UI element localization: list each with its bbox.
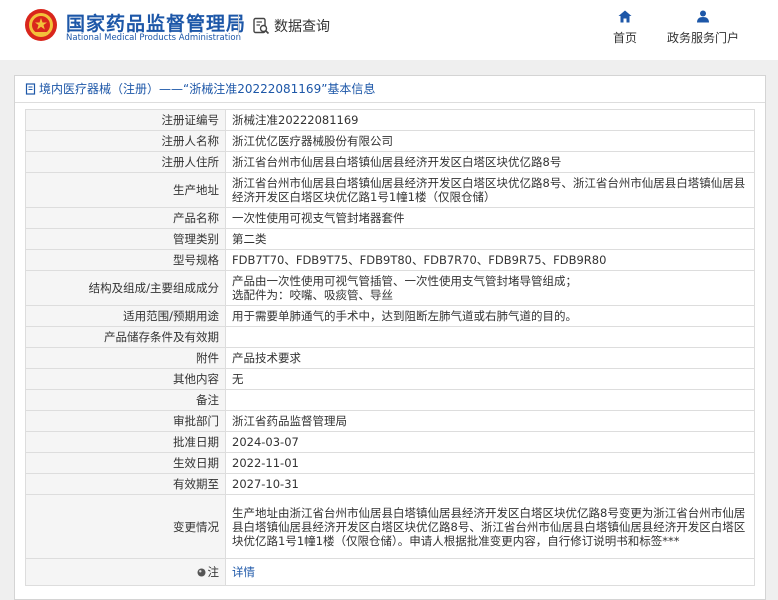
field-value	[225, 389, 755, 411]
table-row: 有效期至 2027-10-31	[25, 473, 755, 495]
header-divider	[238, 14, 239, 36]
table-row: 产品储存条件及有效期	[25, 326, 755, 348]
panel-title: 境内医疗器械（注册）——“浙械注准20222081169”基本信息	[39, 82, 376, 96]
field-label: 附件	[25, 347, 226, 369]
nav-portal-label: 政务服务门户	[667, 31, 740, 45]
field-label: 注册人名称	[25, 130, 226, 152]
table-row: 备注	[25, 389, 755, 411]
field-value: 浙江省药品监督管理局	[225, 410, 755, 432]
field-value: 2027-10-31	[225, 473, 755, 495]
field-label: 批准日期	[25, 431, 226, 453]
table-row: 结构及组成/主要组成成分 产品由一次性使用可视气管插管、一次性使用支气管封堵导管…	[25, 270, 755, 306]
field-value: 第二类	[225, 228, 755, 250]
field-label: 注册证编号	[25, 109, 226, 131]
table-row: 变更情况 生产地址由浙江省台州市仙居县白塔镇仙居县经济开发区白塔区块优亿路8号变…	[25, 494, 755, 559]
national-emblem-icon	[25, 9, 57, 41]
field-value: 2022-11-01	[225, 452, 755, 474]
detail-panel: 境内医疗器械（注册）——“浙械注准20222081169”基本信息 注册证编号 …	[14, 75, 766, 600]
detail-table-wrapper: 注册证编号 浙械注准20222081169 注册人名称 浙江优亿医疗器械股份有限…	[25, 109, 755, 586]
details-link[interactable]: 详情	[232, 565, 255, 579]
field-label: 备注	[25, 389, 226, 411]
document-icon	[25, 83, 36, 95]
table-row: 型号规格 FDB7T70、FDB9T75、FDB9T80、FDB7R70、FDB…	[25, 249, 755, 271]
data-query-link[interactable]: 数据查询	[252, 16, 330, 36]
field-label: 结构及组成/主要组成成分	[25, 270, 226, 306]
field-label: 审批部门	[25, 410, 226, 432]
field-value: 无	[225, 368, 755, 390]
table-row: 审批部门 浙江省药品监督管理局	[25, 410, 755, 432]
field-value: 浙江省台州市仙居县白塔镇仙居县经济开发区白塔区块优亿路8号、浙江省台州市仙居县白…	[225, 172, 755, 208]
detail-table: 注册证编号 浙械注准20222081169 注册人名称 浙江优亿医疗器械股份有限…	[25, 109, 755, 586]
field-label: 型号规格	[25, 249, 226, 271]
field-value	[225, 326, 755, 348]
table-row: 注册证编号 浙械注准20222081169	[25, 109, 755, 131]
site-header: 国家药品监督管理局 National Medical Products Admi…	[0, 0, 778, 58]
site-subtitle: National Medical Products Administration	[66, 33, 241, 43]
info-dot-icon	[197, 568, 205, 577]
nav-home-label: 首页	[613, 31, 638, 45]
nav-portal[interactable]: 政务服务门户	[667, 10, 739, 46]
field-value: 一次性使用可视支气管封堵器套件	[225, 207, 755, 229]
field-value: 浙械注准20222081169	[225, 109, 755, 131]
field-label: 有效期至	[25, 473, 226, 495]
field-label: 其他内容	[25, 368, 226, 390]
panel-title-bar: 境内医疗器械（注册）——“浙械注准20222081169”基本信息	[15, 76, 765, 103]
field-label: 变更情况	[25, 494, 226, 559]
field-label: 管理类别	[25, 228, 226, 250]
home-icon	[618, 10, 632, 23]
table-row: 其他内容 无	[25, 368, 755, 390]
table-row: 注册人名称 浙江优亿医疗器械股份有限公司	[25, 130, 755, 152]
field-label: 注册人住所	[25, 151, 226, 173]
data-query-label: 数据查询	[274, 19, 330, 35]
field-label: 产品储存条件及有效期	[25, 326, 226, 348]
field-label: 适用范围/预期用途	[25, 305, 226, 327]
field-value: 产品由一次性使用可视气管插管、一次性使用支气管封堵导管组成； 选配件为：咬嘴、吸…	[225, 270, 755, 306]
field-value: 生产地址由浙江省台州市仙居县白塔镇仙居县经济开发区白塔区块优亿路8号变更为浙江省…	[225, 494, 755, 559]
table-row: 注 详情	[25, 558, 755, 586]
table-row: 附件 产品技术要求	[25, 347, 755, 369]
field-value-line: 产品由一次性使用可视气管插管、一次性使用支气管封堵导管组成；	[232, 274, 577, 288]
field-value-line: 选配件为：咬嘴、吸痰管、导丝	[232, 288, 393, 302]
table-row: 产品名称 一次性使用可视支气管封堵器套件	[25, 207, 755, 229]
user-icon	[697, 10, 709, 23]
table-row: 管理类别 第二类	[25, 228, 755, 250]
site-title[interactable]: 国家药品监督管理局	[66, 9, 246, 36]
field-value: 2024-03-07	[225, 431, 755, 453]
field-label: 注	[207, 565, 220, 579]
nav-home[interactable]: 首页	[613, 10, 637, 46]
field-value: FDB7T70、FDB9T75、FDB9T80、FDB7R70、FDB9R75、…	[225, 249, 755, 271]
field-label: 生效日期	[25, 452, 226, 474]
table-row: 批准日期 2024-03-07	[25, 431, 755, 453]
table-row: 生效日期 2022-11-01	[25, 452, 755, 474]
field-value: 产品技术要求	[225, 347, 755, 369]
table-row: 生产地址 浙江省台州市仙居县白塔镇仙居县经济开发区白塔区块优亿路8号、浙江省台州…	[25, 172, 755, 208]
field-label: 产品名称	[25, 207, 226, 229]
field-value: 用于需要单肺通气的手术中，达到阻断左肺气道或右肺气道的目的。	[225, 305, 755, 327]
note-label-cell: 注	[25, 558, 226, 586]
field-label: 生产地址	[25, 172, 226, 208]
field-value: 浙江优亿医疗器械股份有限公司	[225, 130, 755, 152]
table-row: 注册人住所 浙江省台州市仙居县白塔镇仙居县经济开发区白塔区块优亿路8号	[25, 151, 755, 173]
field-value: 浙江省台州市仙居县白塔镇仙居县经济开发区白塔区块优亿路8号	[225, 151, 755, 173]
field-value: 详情	[225, 558, 755, 586]
data-query-icon	[253, 17, 270, 35]
table-row: 适用范围/预期用途 用于需要单肺通气的手术中，达到阻断左肺气道或右肺气道的目的。	[25, 305, 755, 327]
